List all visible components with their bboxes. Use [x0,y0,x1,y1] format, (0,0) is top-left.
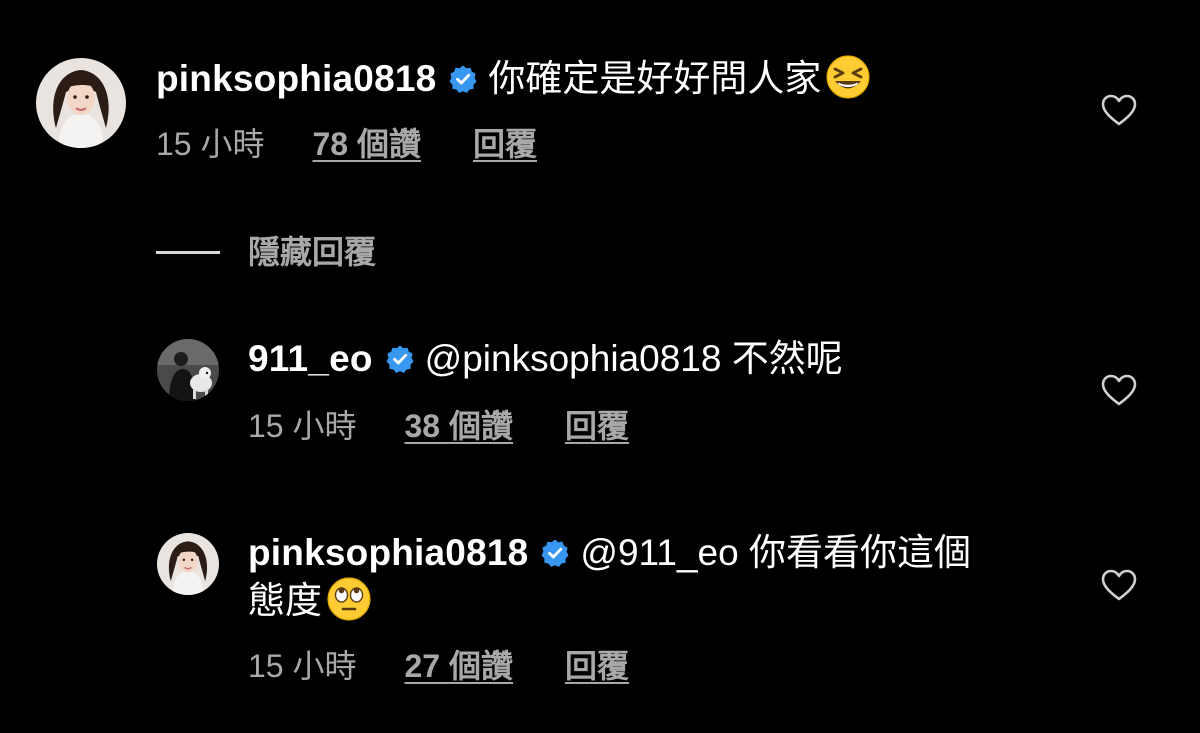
verified-badge-icon [448,64,478,94]
comment-meta: 15 小時 38 個讚 回覆 [248,406,629,446]
comment-text-line: 911_eo @pinksophia0818 不然呢 [248,336,843,382]
reply-button[interactable]: 回覆 [565,646,629,686]
comment-username[interactable]: pinksophia0818 [156,58,436,99]
woman-portrait-icon [36,58,126,148]
heart-outline-icon[interactable] [1100,93,1138,127]
grinning-squinting-face-emoji [825,54,871,100]
face-with-rolling-eyes-emoji [326,576,372,622]
heart-outline-icon[interactable] [1100,568,1138,602]
comment-text-line: pinksophia0818 @911_eo 你看看你這個 [248,530,971,576]
comment-username[interactable]: 911_eo [248,338,373,379]
verified-badge-icon [540,538,570,568]
like-count-link[interactable]: 27 個讚 [405,646,514,686]
heart-outline-icon[interactable] [1100,373,1138,407]
comment-timestamp: 15 小時 [248,648,357,684]
comment-body-line2: 態度 [248,580,322,621]
comment-text-line: pinksophia0818 你確定是好好問人家 [156,54,871,102]
avatar[interactable] [157,339,219,401]
reply-button[interactable]: 回覆 [473,124,537,164]
comment-text-continuation: 態度 [248,576,372,624]
divider-line [156,251,220,254]
man-with-dog-icon [157,339,219,401]
comment-body: @911_eo 你看看你這個 [580,532,971,573]
avatar[interactable] [36,58,126,148]
comment-meta: 15 小時 78 個讚 回覆 [156,124,537,164]
comment-body: 你確定是好好問人家 [488,58,822,99]
verified-badge-icon [385,344,415,374]
comment-timestamp: 15 小時 [156,126,265,162]
comment-username[interactable]: pinksophia0818 [248,532,528,573]
reply-button[interactable]: 回覆 [565,406,629,446]
hide-replies-label[interactable]: 隱藏回覆 [248,230,376,274]
comment-meta: 15 小時 27 個讚 回覆 [248,646,629,686]
comment-timestamp: 15 小時 [248,408,357,444]
like-count-link[interactable]: 78 個讚 [313,124,422,164]
avatar[interactable] [157,533,219,595]
like-count-link[interactable]: 38 個讚 [405,406,514,446]
comment-body: @pinksophia0818 不然呢 [424,338,843,379]
woman-portrait-icon [157,533,219,595]
